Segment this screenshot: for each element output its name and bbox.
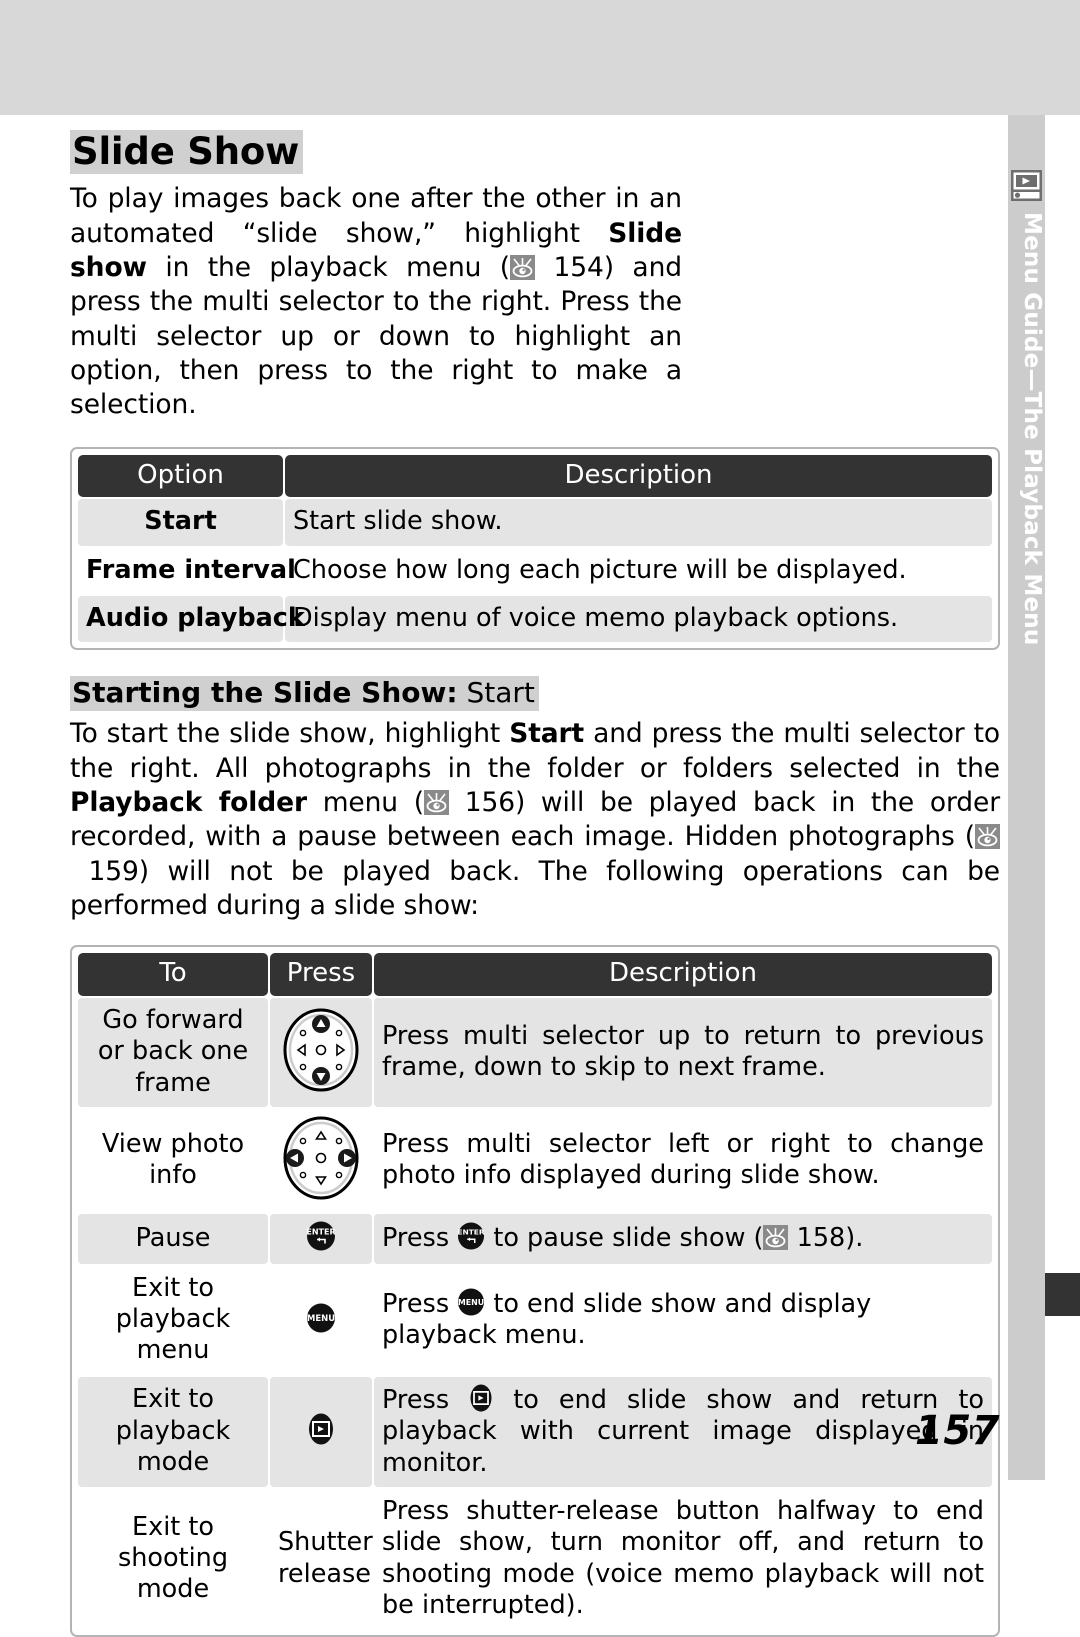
svg-text:ENTER: ENTER bbox=[306, 1228, 335, 1237]
table-row: Audio playback Display menu of voice mem… bbox=[78, 595, 992, 643]
intro-text-2: in the playback menu ( bbox=[146, 252, 511, 284]
sub-text-1: To start the slide show, highlight bbox=[70, 718, 510, 750]
enter-button-icon: ENTER bbox=[457, 1222, 485, 1250]
operation-control: Shutter release bbox=[270, 1488, 373, 1630]
table-row: Frame interval Choose how long each pict… bbox=[78, 547, 992, 594]
option-description: Start slide show. bbox=[285, 499, 992, 546]
operation-control: ENTER bbox=[270, 1214, 372, 1264]
operation-control: MENU bbox=[270, 1265, 372, 1375]
sub-bold-playback-folder: Playback folder bbox=[70, 787, 307, 819]
menu-button-icon: MENU bbox=[457, 1288, 485, 1316]
desc-text-2: to pause slide show ( bbox=[485, 1223, 764, 1254]
table-row: Exit to shooting mode Shutter release Pr… bbox=[78, 1488, 992, 1630]
table-row: Start Start slide show. bbox=[78, 499, 992, 546]
operation-name: Exit to playback menu bbox=[78, 1265, 268, 1375]
table-row: View photo info Press multi selector lef… bbox=[78, 1109, 992, 1213]
column-header-press: Press bbox=[270, 953, 372, 996]
see-page-icon bbox=[975, 824, 1000, 850]
desc-text-1: Press bbox=[382, 1288, 458, 1319]
operation-description: Press MENU to end slide show and display… bbox=[374, 1265, 992, 1375]
option-table: Option Description Start Start slide sho… bbox=[70, 446, 1000, 651]
svg-text:MENU: MENU bbox=[458, 1298, 484, 1307]
option-description: Choose how long each picture will be dis… bbox=[285, 547, 992, 594]
column-header-option: Option bbox=[78, 454, 283, 498]
table-row: Go forward or back one frame Press multi… bbox=[78, 997, 992, 1108]
page-thumb-tab bbox=[1045, 1273, 1080, 1316]
option-name: Start bbox=[78, 499, 283, 546]
enter-button-icon: ENTER bbox=[306, 1221, 336, 1251]
option-description: Display menu of voice memo playback opti… bbox=[285, 595, 992, 643]
subsection-title-bold: Starting the Slide Show: bbox=[72, 676, 458, 710]
playback-monitor-icon bbox=[1011, 170, 1042, 201]
table-header-row: Option Description bbox=[78, 454, 992, 498]
option-name: Frame interval bbox=[78, 547, 296, 594]
top-gray-band bbox=[0, 0, 1080, 115]
menu-button-icon: MENU bbox=[306, 1303, 336, 1333]
intro-page-ref-1: 154 bbox=[553, 252, 604, 284]
subsection-title-light: Start bbox=[457, 676, 535, 710]
see-page-icon bbox=[423, 790, 449, 816]
subsection-title: Starting the Slide Show: Start bbox=[70, 676, 539, 712]
page-number: 157 bbox=[915, 1408, 1000, 1454]
sub-bold-start: Start bbox=[509, 718, 585, 750]
operation-description: Press multi selector left or right to ch… bbox=[374, 1109, 992, 1213]
operations-table: To Press Description Go forward or back … bbox=[70, 945, 1000, 1637]
see-page-icon bbox=[763, 1225, 789, 1251]
operation-name: View photo info bbox=[78, 1109, 268, 1213]
operation-description: Press ENTER to pause slide show ( 158). bbox=[374, 1214, 992, 1264]
operation-control bbox=[270, 1109, 372, 1213]
table-row: Pause ENTER Press ENTER to pause slide s… bbox=[78, 1214, 992, 1264]
sub-page-ref-1: 156 bbox=[464, 787, 515, 819]
desc-page-ref: 158 bbox=[796, 1223, 846, 1254]
column-header-description: Description bbox=[285, 454, 992, 498]
desc-text-3: ). bbox=[845, 1223, 864, 1254]
sub-page-ref-2: 159 bbox=[88, 855, 139, 887]
intro-paragraph: To play images back one after the other … bbox=[70, 182, 682, 422]
multi-selector-leftright-icon bbox=[282, 1116, 360, 1200]
page-title: Slide Show bbox=[70, 130, 304, 175]
option-name: Audio playback bbox=[78, 595, 305, 643]
sidebar-chapter-label: Menu Guide—The Playback Menu bbox=[1019, 212, 1045, 646]
intro-text-1: To play images back one after the other … bbox=[70, 183, 682, 249]
svg-text:ENTER: ENTER bbox=[458, 1228, 486, 1237]
desc-text-1: Press bbox=[382, 1223, 458, 1254]
svg-text:MENU: MENU bbox=[307, 1314, 335, 1324]
operation-description: Press multi selector up to return to pre… bbox=[374, 997, 992, 1108]
table-row: Exit to playback menu MENU Press MENU to… bbox=[78, 1265, 992, 1375]
operation-description: Press shutter-release button halfway to … bbox=[374, 1488, 992, 1630]
operation-name: Go forward or back one frame bbox=[78, 997, 268, 1108]
operation-name: Pause bbox=[78, 1214, 268, 1264]
multi-selector-updown-icon bbox=[282, 1008, 360, 1092]
column-header-description: Description bbox=[374, 953, 992, 996]
sub-text-5: ) will not be played back. The following… bbox=[70, 855, 1000, 922]
subsection-paragraph: To start the slide show, highlight Start… bbox=[70, 717, 1000, 923]
column-header-to: To bbox=[78, 953, 268, 996]
sub-text-3: menu ( bbox=[306, 787, 424, 819]
see-page-icon bbox=[510, 255, 536, 281]
operation-control bbox=[270, 997, 372, 1108]
operation-name: Exit to shooting mode bbox=[78, 1488, 268, 1630]
table-header-row: To Press Description bbox=[78, 953, 992, 996]
